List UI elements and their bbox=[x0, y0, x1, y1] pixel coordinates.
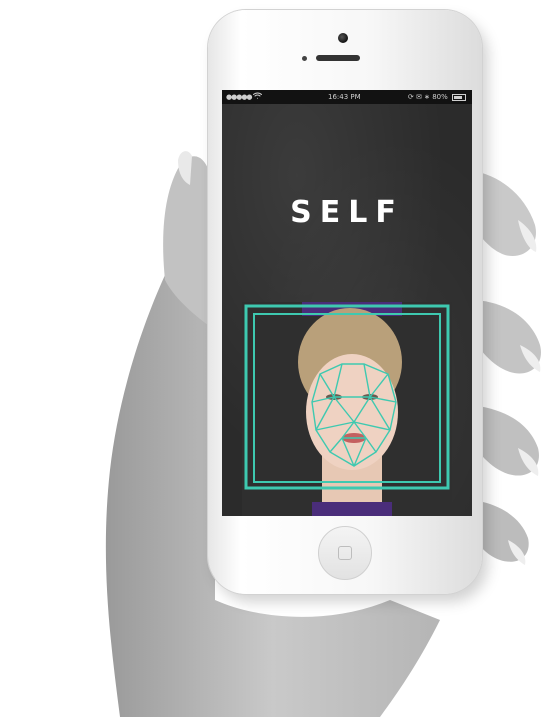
status-right: ⟳ ✉ ∗ 80% bbox=[408, 90, 466, 104]
battery-percent: 80% bbox=[432, 93, 448, 101]
status-time: 16:43 PM bbox=[328, 93, 361, 101]
face-scan-image bbox=[242, 302, 452, 516]
wifi-icon bbox=[252, 92, 262, 101]
proximity-sensor bbox=[302, 56, 307, 61]
app-title: SELF bbox=[290, 195, 404, 230]
signal-strength: ●●●●● bbox=[226, 90, 262, 104]
home-square-icon bbox=[338, 546, 352, 560]
battery-icon bbox=[452, 93, 466, 101]
front-camera-icon bbox=[338, 33, 348, 43]
status-icons: ⟳ ✉ ∗ bbox=[407, 93, 430, 101]
earpiece-speaker bbox=[316, 55, 360, 61]
phone-screen: ●●●●● 16:43 PM ⟳ ✉ ∗ 80% SELF bbox=[222, 90, 472, 516]
home-button[interactable] bbox=[318, 526, 372, 580]
status-bar: ●●●●● 16:43 PM ⟳ ✉ ∗ 80% bbox=[222, 90, 472, 104]
signal-dots: ●●●●● bbox=[226, 93, 253, 101]
